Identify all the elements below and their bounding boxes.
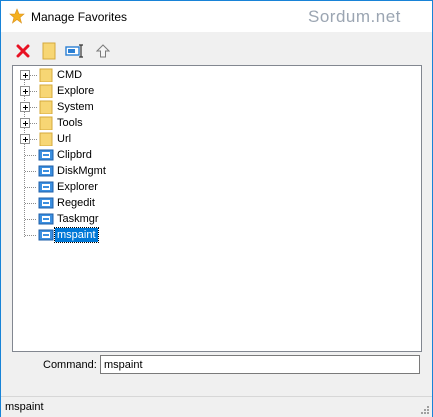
tree-connector (30, 139, 38, 140)
tree-item-label: Taskmgr (57, 213, 99, 225)
tree-connector (25, 155, 37, 156)
new-folder-icon (42, 42, 56, 60)
delete-icon (16, 44, 30, 58)
tree-item-label-selected: mspaint (54, 227, 99, 243)
shortcut-icon (38, 213, 54, 225)
expand-button[interactable] (20, 86, 30, 96)
tree-connector (30, 91, 38, 92)
tree-item-label: Explore (57, 85, 95, 97)
tree-item-label: Explorer (57, 181, 98, 193)
status-bar: mspaint (1, 396, 432, 417)
folder-icon (39, 84, 53, 98)
shortcut-icon (38, 229, 54, 241)
tree-connector (30, 107, 38, 108)
folder-icon (39, 68, 53, 82)
shortcut-icon (38, 149, 54, 161)
tree-item-taskmgr[interactable]: Taskmgr (13, 211, 213, 227)
rename-button[interactable] (65, 41, 85, 61)
expand-button[interactable] (20, 70, 30, 80)
tree-connector (25, 235, 37, 236)
tree-item-label: System (57, 101, 94, 113)
tree-folder-system[interactable]: System (13, 99, 213, 115)
command-input[interactable] (100, 355, 420, 374)
tree-connector (25, 203, 37, 204)
rename-icon (65, 44, 83, 58)
folder-icon (39, 100, 53, 114)
folder-icon (39, 132, 53, 146)
tree-item-label: CMD (57, 69, 83, 81)
new-folder-button[interactable] (39, 41, 59, 61)
favorites-tree[interactable]: CMD Explore System Tools Url Clipbrd Dis… (12, 65, 422, 352)
tree-item-label: DiskMgmt (57, 165, 106, 177)
manage-favorites-window: Manage Favorites Sordum.net CMD Explore … (0, 0, 433, 417)
expand-button[interactable] (20, 118, 30, 128)
tree-connector (30, 75, 38, 76)
move-up-button[interactable] (93, 41, 113, 61)
star-icon (9, 8, 25, 24)
tree-folder-tools[interactable]: Tools (13, 115, 213, 131)
tree-folder-url[interactable]: Url (13, 131, 213, 147)
tree-item-clipbrd[interactable]: Clipbrd (13, 147, 213, 163)
window-title: Manage Favorites (31, 10, 128, 24)
tree-item-explorer[interactable]: Explorer (13, 179, 213, 195)
watermark-text: Sordum.net (308, 7, 401, 26)
expand-button[interactable] (20, 134, 30, 144)
tree-connector (25, 187, 37, 188)
folder-icon (39, 116, 53, 130)
tree-item-label: Regedit (57, 197, 95, 209)
shortcut-icon (38, 197, 54, 209)
tree-item-regedit[interactable]: Regedit (13, 195, 213, 211)
tree-item-label: Url (57, 133, 72, 145)
tree-item-diskmgmt[interactable]: DiskMgmt (13, 163, 213, 179)
tree-item-label: Clipbrd (57, 149, 92, 161)
command-label: Command: (43, 359, 97, 371)
status-text: mspaint (5, 401, 44, 413)
tree-connector (30, 123, 38, 124)
tree-folder-explore[interactable]: Explore (13, 83, 213, 99)
resize-grip-icon[interactable] (419, 404, 430, 415)
title-bar[interactable]: Manage Favorites Sordum.net (1, 1, 432, 32)
tree-item-mspaint[interactable]: mspaint (13, 227, 213, 243)
tree-connector (25, 219, 37, 220)
tree-item-label: Tools (57, 117, 83, 129)
move-up-icon (96, 44, 110, 58)
tree-connector (25, 171, 37, 172)
shortcut-icon (38, 165, 54, 177)
shortcut-icon (38, 181, 54, 193)
tree-folder-cmd[interactable]: CMD (13, 67, 213, 83)
expand-button[interactable] (20, 102, 30, 112)
delete-button[interactable] (13, 41, 33, 61)
